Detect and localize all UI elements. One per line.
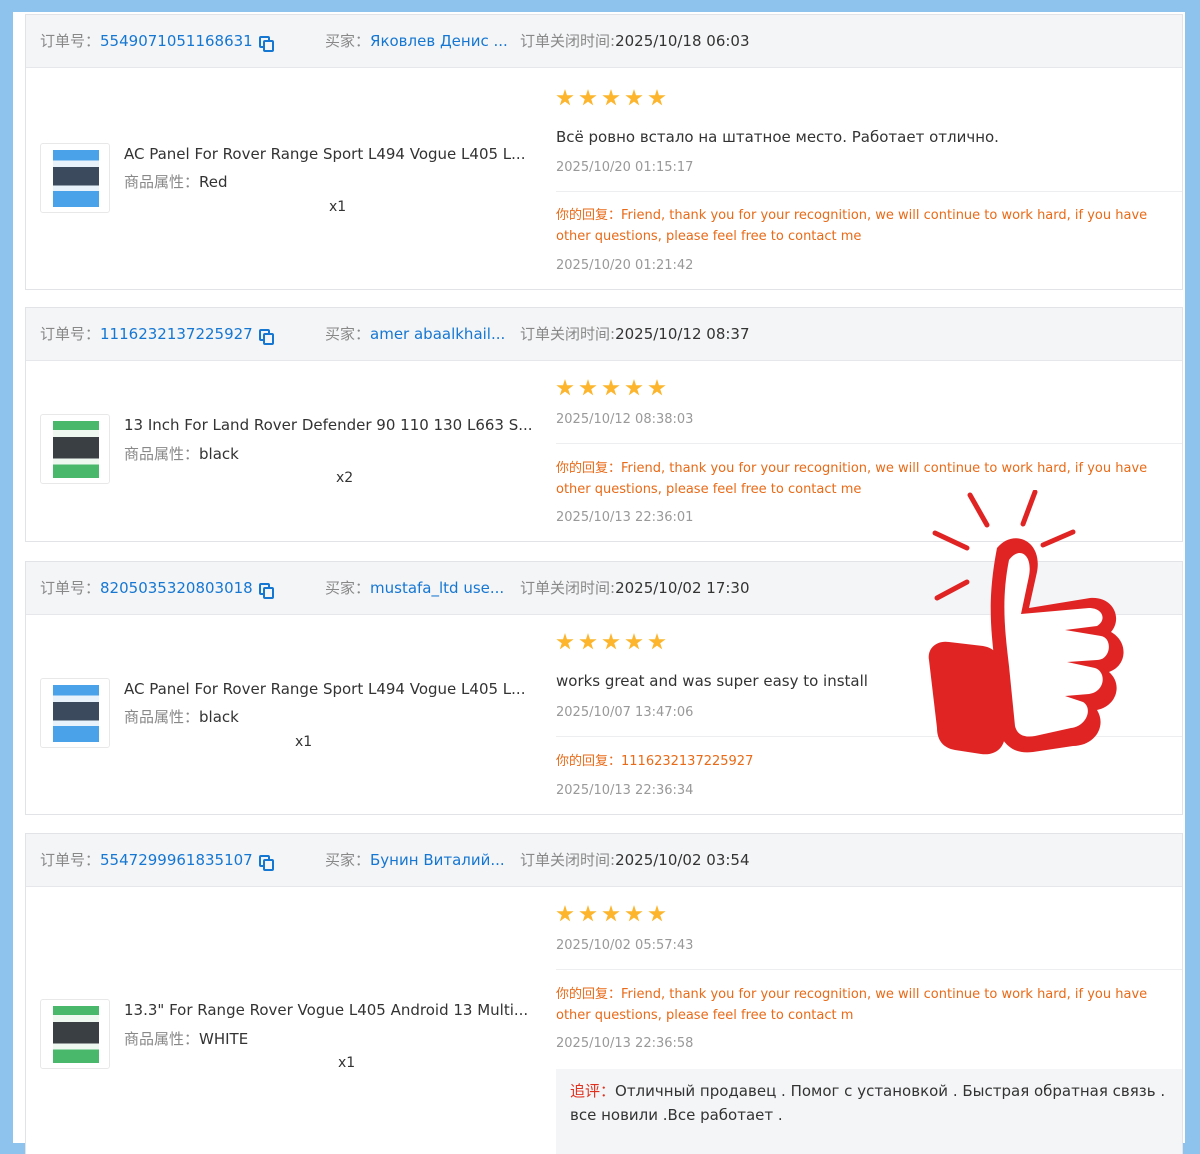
divider	[556, 969, 1182, 970]
reply-date: 2025/10/20 01:21:42	[556, 258, 694, 273]
reply-date: 2025/10/13 22:36:34	[556, 783, 694, 798]
quantity: x1	[295, 734, 313, 750]
product-image	[53, 685, 99, 742]
buyer: 买家：mustafa_ltd use...	[325, 579, 505, 597]
star-icon	[625, 379, 643, 396]
order-number: 订单号：1116232137225927	[40, 308, 274, 360]
order-number-link[interactable]: 1116232137225927	[100, 325, 253, 343]
thumbs-up-icon	[928, 490, 1124, 755]
copy-icon[interactable]	[258, 329, 274, 345]
order-number: 订单号：5549071051168631	[40, 15, 274, 67]
product-attr: 商品属性：WHITE	[124, 1030, 249, 1048]
product-image	[53, 1006, 99, 1063]
copy-icon[interactable]	[258, 855, 274, 871]
reply-date: 2025/10/13 22:36:58	[556, 1036, 694, 1051]
closed-time: 订单关闭时间:2025/10/02 03:54	[520, 851, 750, 869]
copy-icon[interactable]	[258, 583, 274, 599]
star-icon	[625, 633, 643, 650]
star-rating	[556, 89, 671, 107]
order-header: 订单号：5549071051168631 买家：Яковлев Денис ..…	[26, 15, 1182, 68]
order-number-link[interactable]: 8205035320803018	[100, 579, 253, 597]
review-date: 2025/10/02 05:57:43	[556, 938, 694, 953]
closed-time: 订单关闭时间:2025/10/12 08:37	[520, 325, 750, 343]
product-attr: 商品属性：Red	[124, 173, 228, 191]
star-icon	[556, 379, 574, 396]
seller-reply: 你的回复：Friend, thank you for your recognit…	[556, 987, 1148, 1023]
star-rating	[556, 905, 671, 923]
star-icon	[602, 633, 620, 650]
star-icon	[602, 379, 620, 396]
reply-date: 2025/10/13 22:36:01	[556, 510, 694, 525]
review-text: Всё ровно встало на штатное место. Работ…	[556, 128, 999, 146]
order-card: 订单号：5547299961835107 买家：Бунин Виталий...…	[25, 833, 1183, 1154]
quantity: x2	[336, 470, 354, 486]
product-name[interactable]: 13.3" For Range Rover Vogue L405 Android…	[124, 1001, 528, 1019]
buyer-link[interactable]: Яковлев Денис ...	[370, 32, 508, 50]
buyer-link[interactable]: Бунин Виталий...	[370, 851, 505, 869]
followup-review: 追评：Отличный продавец . Помог с установко…	[556, 1069, 1182, 1154]
star-icon	[579, 905, 597, 922]
star-icon	[556, 633, 574, 650]
star-icon	[648, 633, 666, 650]
star-icon	[602, 89, 620, 106]
quantity: x1	[329, 199, 347, 215]
star-rating	[556, 633, 671, 651]
closed-time: 订单关闭时间:2025/10/18 06:03	[520, 32, 750, 50]
buyer: 买家：Яковлев Денис ...	[325, 32, 508, 50]
product-thumbnail[interactable]	[40, 999, 110, 1069]
divider	[556, 443, 1182, 444]
buyer: 买家：Бунин Виталий...	[325, 851, 505, 869]
product-image	[53, 421, 99, 478]
copy-icon[interactable]	[258, 36, 274, 52]
product-thumbnail[interactable]	[40, 414, 110, 484]
buyer-link[interactable]: mustafa_ltd use...	[370, 579, 504, 597]
product-thumbnail[interactable]	[40, 143, 110, 213]
star-icon	[579, 633, 597, 650]
order-header: 订单号：5547299961835107 买家：Бунин Виталий...…	[26, 834, 1182, 887]
star-icon	[579, 379, 597, 396]
star-icon	[648, 89, 666, 106]
order-number-link[interactable]: 5547299961835107	[100, 851, 253, 869]
product-name[interactable]: 13 Inch For Land Rover Defender 90 110 1…	[124, 416, 533, 434]
product-attr: 商品属性：black	[124, 708, 239, 726]
product-attr: 商品属性：black	[124, 445, 239, 463]
closed-time: 订单关闭时间:2025/10/02 17:30	[520, 579, 750, 597]
star-icon	[556, 905, 574, 922]
order-card: 订单号：5549071051168631 买家：Яковлев Денис ..…	[25, 14, 1183, 290]
product-name[interactable]: AC Panel For Rover Range Sport L494 Vogu…	[124, 680, 525, 698]
order-header: 订单号：1116232137225927 买家：amer abaalkhail.…	[26, 308, 1182, 361]
product-thumbnail[interactable]	[40, 678, 110, 748]
star-icon	[579, 89, 597, 106]
star-rating	[556, 379, 671, 397]
review-date: 2025/10/12 08:38:03	[556, 412, 694, 427]
divider	[556, 191, 1182, 192]
review-date: 2025/10/07 13:47:06	[556, 705, 694, 720]
product-image	[53, 150, 99, 207]
quantity: x1	[338, 1055, 356, 1071]
buyer-link[interactable]: amer abaalkhail...	[370, 325, 505, 343]
seller-reply: 你的回复：Friend, thank you for your recognit…	[556, 208, 1148, 244]
buyer: 买家：amer abaalkhail...	[325, 325, 506, 343]
product-name[interactable]: AC Panel For Rover Range Sport L494 Vogu…	[124, 145, 525, 163]
order-number: 订单号：8205035320803018	[40, 562, 274, 614]
order-number-link[interactable]: 5549071051168631	[100, 32, 253, 50]
order-number: 订单号：5547299961835107	[40, 834, 274, 886]
review-date: 2025/10/20 01:15:17	[556, 160, 694, 175]
star-icon	[648, 379, 666, 396]
star-icon	[625, 89, 643, 106]
star-icon	[602, 905, 620, 922]
star-icon	[556, 89, 574, 106]
review-text: works great and was super easy to instal…	[556, 672, 868, 690]
star-icon	[625, 905, 643, 922]
star-icon	[648, 905, 666, 922]
